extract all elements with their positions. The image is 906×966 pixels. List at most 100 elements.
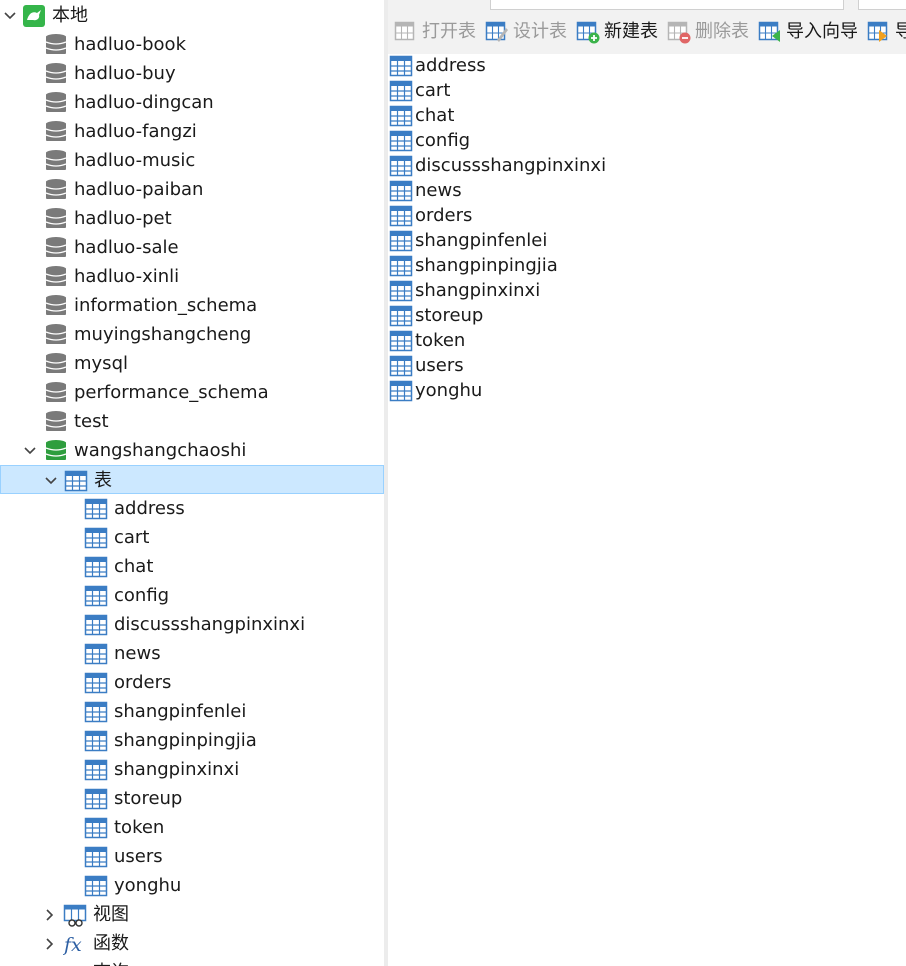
tree-table[interactable]: chat	[0, 552, 384, 581]
tree-folder-views[interactable]: 视图	[0, 900, 384, 929]
tree-item-label: hadluo-paiban	[74, 179, 204, 200]
object-list-item[interactable]: cart	[388, 78, 788, 103]
table-icon	[389, 304, 413, 328]
table-icon	[84, 497, 108, 521]
tree-item-label: token	[114, 817, 165, 838]
table-icon	[389, 379, 413, 403]
tree-database[interactable]: hadluo-pet	[0, 204, 384, 233]
tree-item-label: hadluo-music	[74, 150, 196, 171]
tree-database[interactable]: hadluo-fangzi	[0, 117, 384, 146]
tree-table[interactable]: news	[0, 639, 384, 668]
tree-item-label: hadluo-dingcan	[74, 92, 214, 113]
object-list-item[interactable]: address	[388, 53, 788, 78]
object-name: shangpinpingjia	[415, 255, 558, 276]
database-icon	[44, 381, 68, 405]
tree-item-label: 本地	[52, 5, 88, 26]
object-name: news	[415, 180, 462, 201]
tree-database[interactable]: muyingshangcheng	[0, 320, 384, 349]
tree-item-label: hadluo-buy	[74, 63, 176, 84]
object-list-item[interactable]: discussshangpinxinxi	[388, 153, 788, 178]
database-icon	[44, 323, 68, 347]
tree-database[interactable]: information_schema	[0, 291, 384, 320]
tree-database[interactable]: test	[0, 407, 384, 436]
object-list-item[interactable]: yonghu	[388, 378, 788, 403]
tree-folder-queries[interactable]: 查询	[0, 958, 384, 966]
tree-table[interactable]: users	[0, 842, 384, 871]
tree-item-label: hadluo-pet	[74, 208, 172, 229]
tree-folder-functions[interactable]: fx 函数	[0, 929, 384, 958]
tree-item-label: wangshangchaoshi	[74, 440, 247, 461]
tree-item-label: performance_schema	[74, 382, 269, 403]
object-list-item[interactable]: shangpinxinxi	[388, 278, 788, 303]
tree-table[interactable]: shangpinxinxi	[0, 755, 384, 784]
tree-table[interactable]: cart	[0, 523, 384, 552]
table-icon	[84, 584, 108, 608]
tree-connection-local[interactable]: 本地	[0, 1, 384, 30]
export-wizard-button-label: 导	[895, 21, 906, 42]
tree-item-label: news	[114, 643, 161, 664]
tab-secondary[interactable]	[858, 0, 906, 10]
table-icon	[84, 555, 108, 579]
table-icon	[84, 816, 108, 840]
database-icon	[44, 33, 68, 57]
chevron-down-icon[interactable]	[2, 1, 18, 30]
tree-item-label: information_schema	[74, 295, 258, 316]
table-icon	[389, 229, 413, 253]
tree-item-label: muyingshangcheng	[74, 324, 252, 345]
tree-table[interactable]: storeup	[0, 784, 384, 813]
tree-database[interactable]: hadluo-book	[0, 30, 384, 59]
tree-item-label: cart	[114, 527, 150, 548]
tab-objects[interactable]	[490, 0, 844, 10]
tree-table[interactable]: config	[0, 581, 384, 610]
table-icon	[389, 54, 413, 78]
chevron-down-icon[interactable]	[22, 436, 38, 465]
database-icon	[44, 352, 68, 376]
tree-database[interactable]: hadluo-music	[0, 146, 384, 175]
tree-table[interactable]: orders	[0, 668, 384, 697]
connection-icon	[22, 4, 46, 28]
tree-database-active[interactable]: wangshangchaoshi	[0, 436, 384, 465]
tree-folder-tables[interactable]: 表	[0, 465, 384, 494]
tree-table[interactable]: discussshangpinxinxi	[0, 610, 384, 639]
tree-database[interactable]: hadluo-dingcan	[0, 88, 384, 117]
tree-item-label: hadluo-fangzi	[74, 121, 197, 142]
function-icon: fx	[62, 932, 87, 956]
query-icon	[63, 961, 87, 966]
tree-database[interactable]: performance_schema	[0, 378, 384, 407]
tree-database[interactable]: hadluo-sale	[0, 233, 384, 262]
object-list-item[interactable]: orders	[388, 203, 788, 228]
object-name: cart	[415, 80, 451, 101]
tree-database[interactable]: hadluo-xinli	[0, 262, 384, 291]
chevron-right-icon[interactable]	[42, 900, 58, 929]
tree-database[interactable]: mysql	[0, 349, 384, 378]
object-name: chat	[415, 105, 455, 126]
table-icon	[389, 354, 413, 378]
object-name: token	[415, 330, 466, 351]
chevron-right-icon[interactable]	[42, 929, 58, 958]
object-list-item[interactable]: storeup	[388, 303, 788, 328]
object-list-item[interactable]: shangpinfenlei	[388, 228, 788, 253]
tree-table[interactable]: shangpinfenlei	[0, 697, 384, 726]
object-pane: 打开表 设计表 新建表 删除表 导入向导 导 address cart chat config d…	[388, 0, 906, 966]
object-list-item[interactable]: users	[388, 353, 788, 378]
tree-item-label: 函数	[93, 933, 129, 954]
object-list-item[interactable]: token	[388, 328, 788, 353]
tree-table[interactable]: shangpinpingjia	[0, 726, 384, 755]
object-list-item[interactable]: chat	[388, 103, 788, 128]
tree-item-label: 查询	[93, 958, 129, 966]
tree-database[interactable]: hadluo-buy	[0, 59, 384, 88]
tree-table[interactable]: token	[0, 813, 384, 842]
chevron-down-icon[interactable]	[43, 466, 59, 495]
chevron-right-icon[interactable]	[42, 958, 58, 966]
tree-table[interactable]: yonghu	[0, 871, 384, 900]
object-list-item[interactable]: shangpinpingjia	[388, 253, 788, 278]
tree-item-label: hadluo-xinli	[74, 266, 180, 287]
tree-item-label: yonghu	[114, 875, 182, 896]
tree-database[interactable]: hadluo-paiban	[0, 175, 384, 204]
tree-item-label: shangpinpingjia	[114, 730, 257, 751]
object-list-item[interactable]: config	[388, 128, 788, 153]
database-icon	[44, 265, 68, 289]
tree-table[interactable]: address	[0, 494, 384, 523]
object-list-item[interactable]: news	[388, 178, 788, 203]
tree-item-label: test	[74, 411, 109, 432]
